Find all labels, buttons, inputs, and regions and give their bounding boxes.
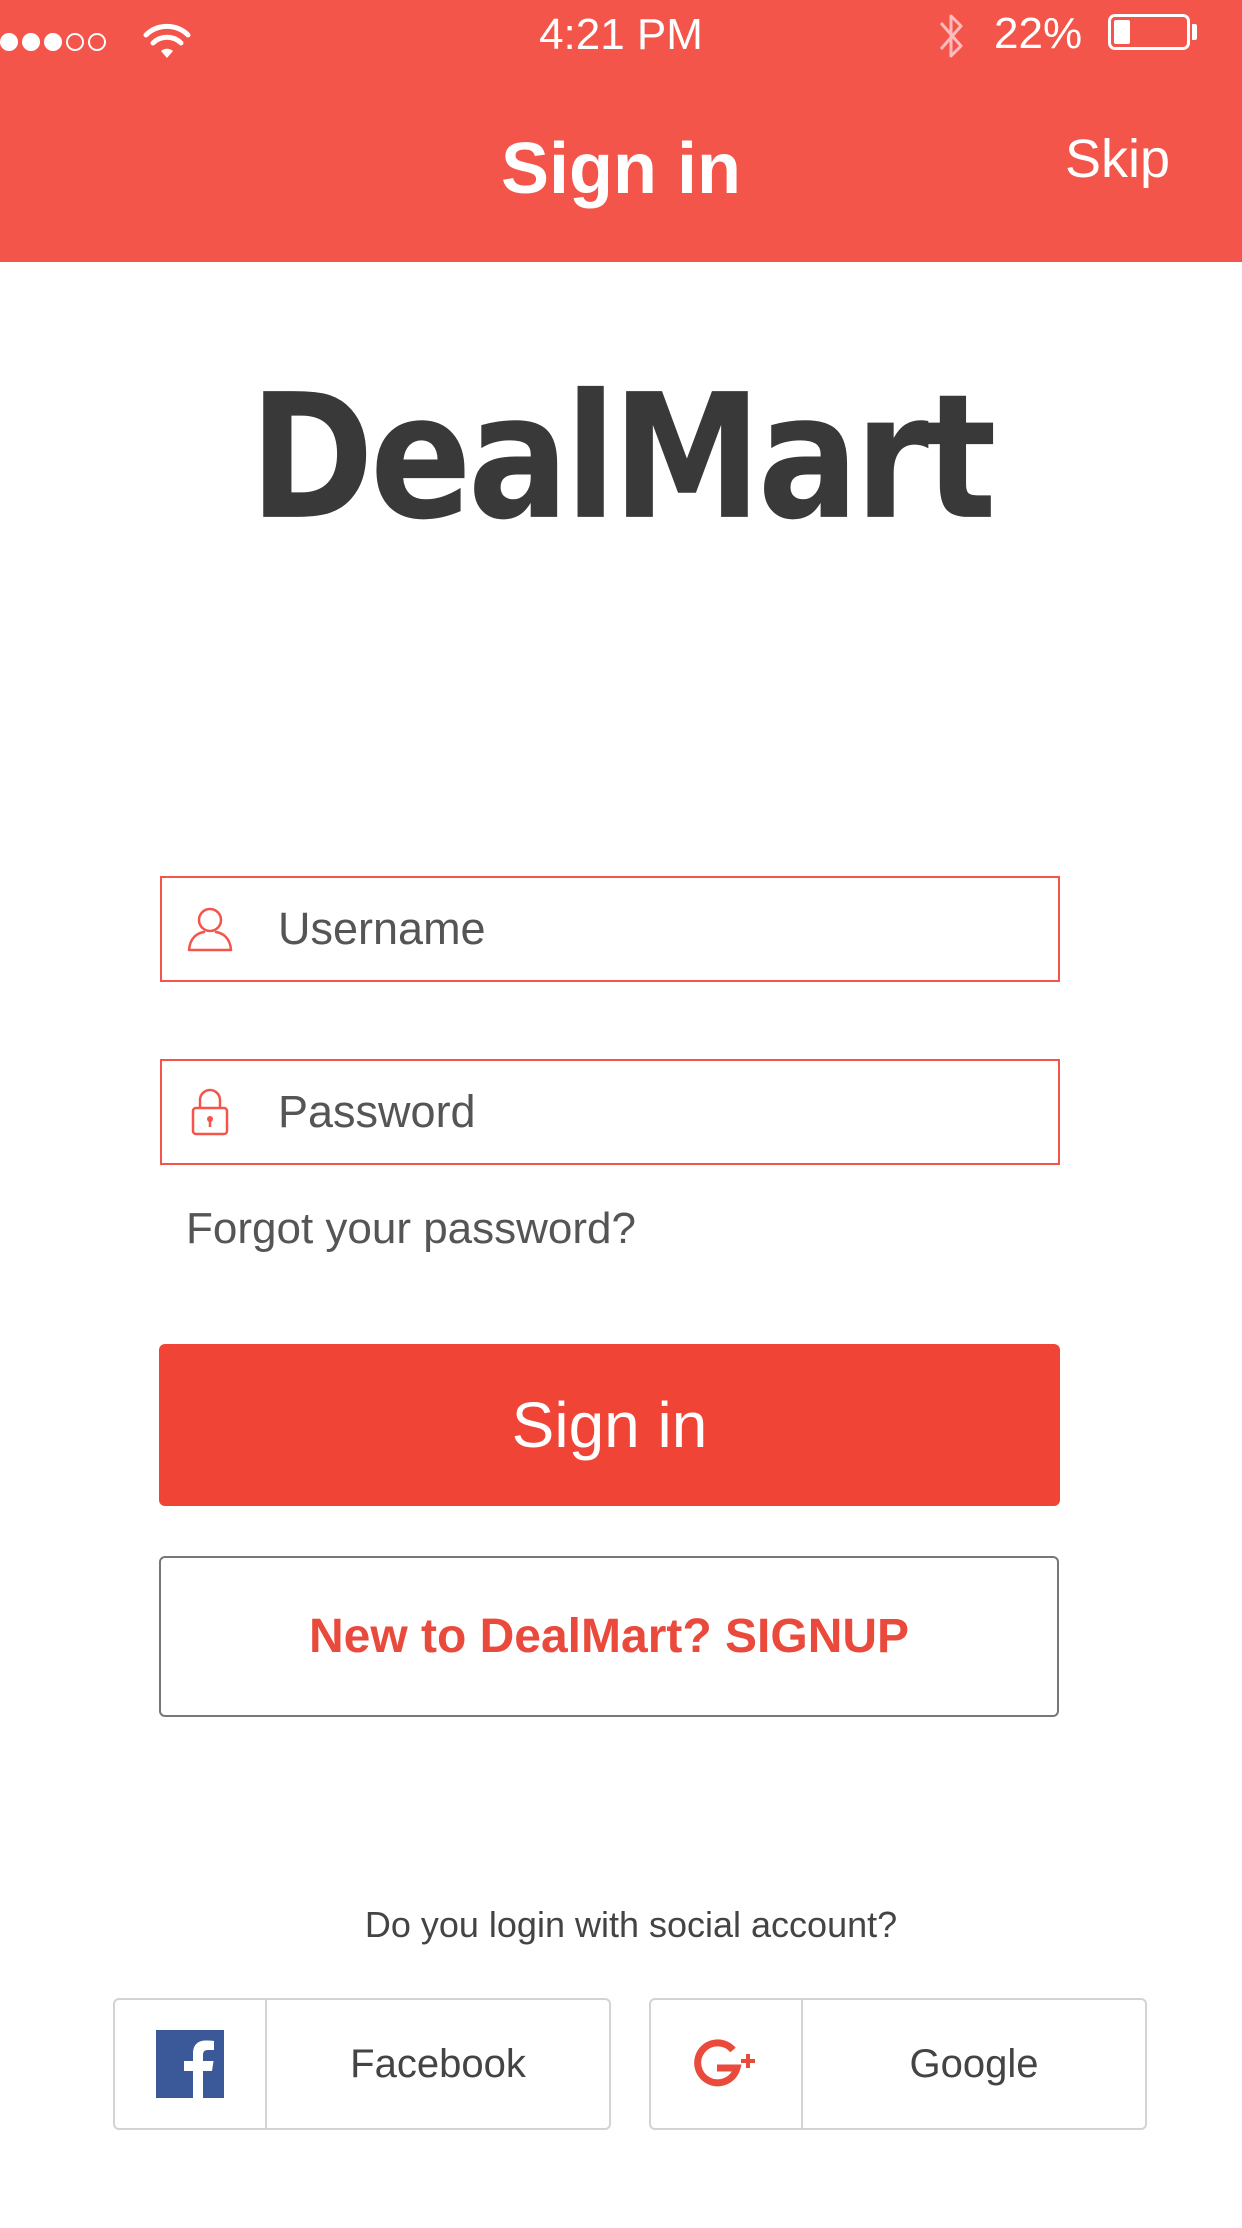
google-icon-cell (651, 2000, 803, 2128)
battery-level (1114, 20, 1130, 44)
user-icon (187, 907, 233, 952)
battery-percent: 22% (994, 9, 1083, 58)
page-title: Sign in (501, 129, 741, 209)
username-input[interactable] (278, 903, 1058, 955)
sign-in-button[interactable]: Sign in (159, 1344, 1060, 1506)
google-label: Google (909, 2041, 1039, 2086)
dealmart-logo: DealMart (249, 358, 996, 559)
facebook-login-button[interactable]: Facebook (113, 1998, 611, 2130)
google-login-button[interactable]: Google (649, 1998, 1147, 2130)
forgot-password-link[interactable]: Forgot your password? (186, 1204, 636, 1254)
facebook-icon (156, 2030, 224, 2098)
skip-button[interactable]: Skip (1065, 128, 1170, 190)
battery-icon (1108, 14, 1190, 50)
status-bar: 4:21 PM 22% (0, 0, 1242, 75)
username-field[interactable] (160, 876, 1060, 982)
facebook-icon-cell (115, 2000, 267, 2128)
facebook-label: Facebook (350, 2041, 526, 2086)
lock-icon (191, 1088, 229, 1136)
signup-button[interactable]: New to DealMart? SIGNUP (159, 1556, 1059, 1717)
bluetooth-icon (939, 14, 963, 58)
social-login-prompt: Do you login with social account? (364, 1904, 898, 1945)
password-field[interactable] (160, 1059, 1060, 1165)
battery-nub (1192, 24, 1197, 40)
google-plus-icon (694, 2039, 755, 2087)
password-input[interactable] (278, 1086, 1058, 1138)
header: 4:21 PM 22% Sign in Skip (0, 0, 1242, 262)
